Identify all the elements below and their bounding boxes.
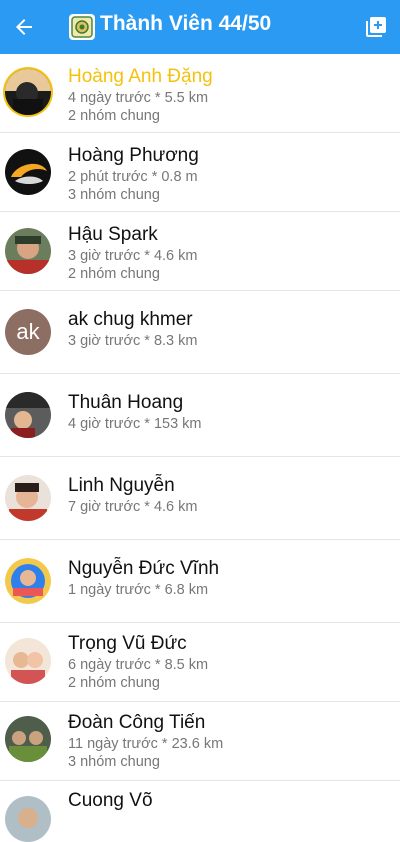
member-name: Hoàng Phương [68,145,199,166]
member-name: ak chug khmer [68,309,193,330]
member-name: Đoàn Công Tiến [68,712,206,733]
member-name: Hoàng Anh Đặng [68,66,213,87]
member-name: Trọng Vũ Đức [68,633,187,654]
member-avatar [5,558,51,604]
member-row[interactable]: Linh Nguyễn 7 giờ trước * 4.6 km [0,457,400,540]
member-name: Hậu Spark [68,224,158,245]
member-avatar: ak [5,309,51,355]
back-arrow-icon[interactable] [12,15,36,39]
member-avatar [5,475,51,521]
member-name: Linh Nguyễn [68,475,175,496]
member-avatar [5,392,51,438]
member-row[interactable]: Trọng Vũ Đức 6 ngày trước * 8.5 km 2 nhó… [0,623,400,702]
app-bar: Thành Viên 44/50 [0,0,400,54]
member-activity: 4 giờ trước * 153 km [68,416,202,432]
member-avatar [5,69,51,115]
member-common-groups: 3 nhóm chung [68,754,160,770]
member-row[interactable]: ak ak chug khmer 3 giờ trước * 8.3 km [0,291,400,374]
member-activity: 4 ngày trước * 5.5 km [68,90,209,106]
member-avatar [5,716,51,762]
member-avatar [5,796,51,842]
member-avatar [5,638,51,684]
member-name: Nguyễn Đức Vĩnh [68,558,220,579]
member-row[interactable]: Hậu Spark 3 giờ trước * 4.6 km 2 nhóm ch… [0,212,400,291]
member-row[interactable]: Thuân Hoang 4 giờ trước * 153 km [0,374,400,457]
group-logo-icon [69,14,95,40]
member-common-groups: 3 nhóm chung [68,187,160,203]
member-activity: 7 giờ trước * 4.6 km [68,499,198,515]
avatar-initials: ak [16,319,40,344]
page-title: Thành Viên 44/50 [100,12,272,35]
member-common-groups: 2 nhóm chung [68,266,160,282]
member-avatar [5,149,51,195]
member-row[interactable]: Cuong Võ [0,781,400,842]
member-name: Cuong Võ [68,790,153,811]
member-activity: 3 giờ trước * 8.3 km [68,333,198,349]
member-row[interactable]: Đoàn Công Tiến 11 ngày trước * 23.6 km 3… [0,702,400,781]
member-activity: 11 ngày trước * 23.6 km [68,736,224,752]
member-activity: 1 ngày trước * 6.8 km [68,582,209,598]
member-name: Thuân Hoang [68,392,184,413]
member-row[interactable]: Hoàng Phương 2 phút trước * 0.8 m 3 nhóm… [0,133,400,212]
member-list: Hoàng Anh Đặng 4 ngày trước * 5.5 km 2 n… [0,54,400,842]
add-square-icon[interactable] [364,15,388,39]
member-activity: 3 giờ trước * 4.6 km [68,248,198,264]
member-common-groups: 2 nhóm chung [68,108,160,124]
member-activity: 6 ngày trước * 8.5 km [68,657,209,673]
member-avatar [5,228,51,274]
member-activity: 2 phút trước * 0.8 m [68,169,198,185]
member-row[interactable]: Nguyễn Đức Vĩnh 1 ngày trước * 6.8 km [0,540,400,623]
member-common-groups: 2 nhóm chung [68,675,160,691]
member-row[interactable]: Hoàng Anh Đặng 4 ngày trước * 5.5 km 2 n… [0,54,400,133]
